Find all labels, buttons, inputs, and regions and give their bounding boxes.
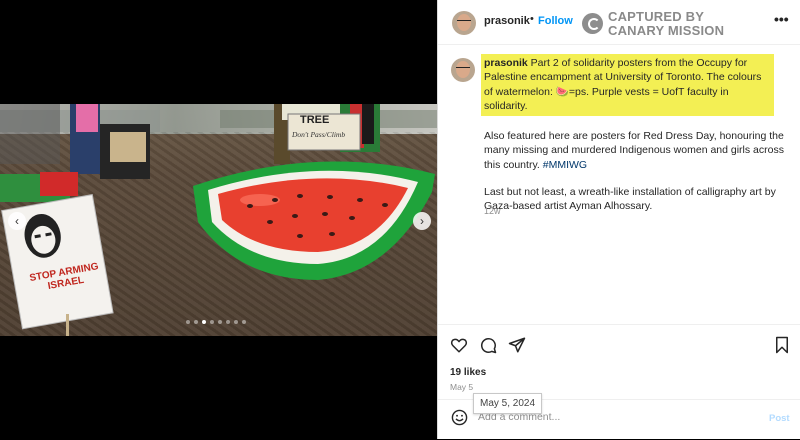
caption-age: 12w [484,206,501,216]
caption-username[interactable]: prasonik [484,57,528,69]
carousel-dot [186,320,190,324]
post-media: STOP ARMING ISRAEL TREE Don't Pass/Climb… [0,0,437,439]
canary-mission-watermark: CAPTURED BY CANARY MISSION [582,9,732,39]
carousel-dot [210,320,214,324]
caption-avatar[interactable] [451,58,475,82]
post-photo: STOP ARMING ISRAEL TREE Don't Pass/Climb… [0,104,437,336]
likes-count[interactable]: 19 likes [450,367,486,378]
carousel-dot [226,320,230,324]
follow-button[interactable]: Follow [538,15,573,27]
post-header: prasonik • Follow CAPTURED BY CANARY MIS… [438,0,800,45]
post-sidebar: prasonik • Follow CAPTURED BY CANARY MIS… [437,0,800,439]
tree-sign-subtitle: Don't Pass/Climb [292,130,346,139]
caption-text: prasonik Part 2 of solidarity posters fr… [481,54,794,214]
watermark-line-1: CAPTURED BY [608,9,705,24]
carousel-dot [218,320,222,324]
heart-icon[interactable] [450,336,468,354]
date-tooltip: May 5, 2024 [473,393,543,414]
bookmark-icon[interactable] [773,336,791,354]
photo-scene [0,104,437,336]
post-actions: 19 likes May 5 Post May 5, 2024 [438,324,800,434]
canary-logo-icon [582,13,603,34]
caption-paragraph-2: Also featured here are posters for Red D… [484,130,784,171]
carousel-dot [194,320,198,324]
more-icon[interactable]: ••• [774,11,789,27]
carousel-dot [242,320,246,324]
post-username[interactable]: prasonik [484,15,530,27]
carousel-dot [234,320,238,324]
caption-highlight: prasonik Part 2 of solidarity posters fr… [481,54,774,117]
post-caption-area: prasonik Part 2 of solidarity posters fr… [438,46,800,324]
tree-sign-title: TREE [300,114,330,126]
instagram-post-viewer: STOP ARMING ISRAEL TREE Don't Pass/Climb… [0,0,800,439]
share-icon[interactable] [508,336,526,354]
chevron-right-icon[interactable]: › [413,212,431,230]
watermark-line-2: CANARY MISSION [608,23,725,38]
separator-dot: • [530,13,534,25]
emoji-icon[interactable] [451,409,468,426]
post-comment-button[interactable]: Post [769,413,790,424]
post-date[interactable]: May 5 [450,382,473,392]
hashtag-link[interactable]: #MMIWG [543,159,587,171]
comment-icon[interactable] [479,336,497,354]
carousel-dots [186,320,246,324]
carousel-dot-active [202,320,206,324]
caption-paragraph-3: Last but not least, a wreath-like instal… [484,186,776,213]
avatar[interactable] [452,11,476,35]
chevron-left-icon[interactable]: ‹ [8,212,26,230]
